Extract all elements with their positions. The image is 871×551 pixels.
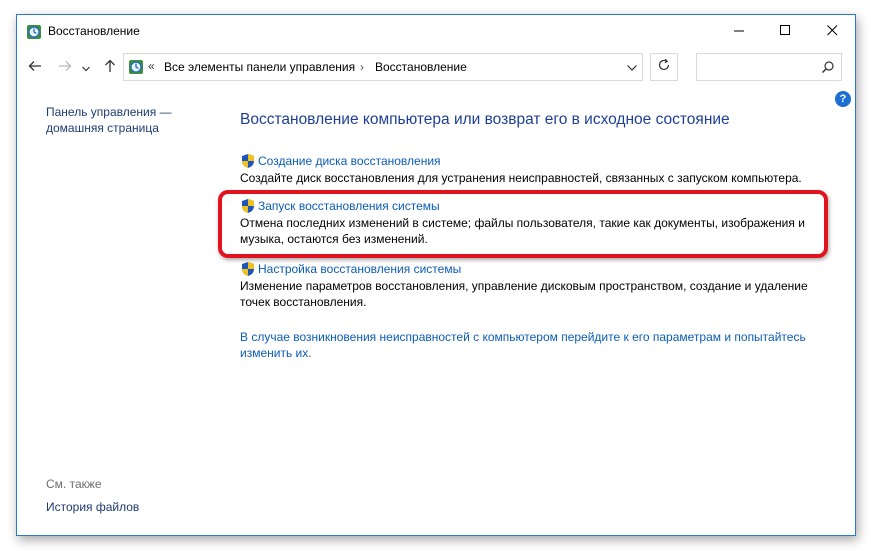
control-panel-window: Восстановление « Все элементы панели упр… — [16, 14, 856, 536]
item-link-text[interactable]: Настройка восстановления системы — [258, 261, 461, 277]
arrow-right-icon — [58, 59, 72, 77]
recent-locations-button[interactable] — [79, 58, 93, 78]
address-dropdown-button[interactable] — [626, 62, 638, 74]
uac-shield-icon — [240, 261, 256, 277]
breadcrumb-recovery[interactable]: Восстановление — [375, 60, 467, 74]
window-title: Восстановление — [48, 24, 140, 38]
minimize-button[interactable] — [716, 15, 762, 48]
minimize-icon — [733, 23, 745, 41]
configure-system-restore-link[interactable]: Настройка восстановления системы — [240, 261, 820, 277]
maximize-button[interactable] — [762, 15, 808, 48]
help-icon[interactable]: ? — [835, 91, 851, 107]
back-button[interactable] — [25, 58, 45, 78]
search-icon — [821, 60, 835, 74]
reset-pc-link[interactable]: В случае возникновения неисправностей с … — [240, 329, 830, 361]
see-also-label: См. также — [46, 477, 102, 491]
list-item: Создание диска восстановления Создайте д… — [240, 153, 820, 186]
navigation-bar: « Все элементы панели управления › Восст… — [17, 48, 855, 88]
highlight-frame — [218, 190, 828, 258]
control-panel-icon — [26, 24, 42, 40]
refresh-icon — [657, 58, 671, 77]
create-recovery-drive-link[interactable]: Создание диска восстановления — [240, 153, 820, 169]
list-item: Настройка восстановления системы Изменен… — [240, 261, 820, 310]
item-link-text[interactable]: Создание диска восстановления — [258, 153, 441, 169]
title-bar[interactable]: Восстановление — [17, 15, 855, 48]
item-description: Создайте диск восстановления для устране… — [240, 171, 802, 185]
file-history-link[interactable]: История файлов — [46, 500, 139, 514]
up-button[interactable] — [100, 58, 120, 78]
close-button[interactable] — [809, 15, 855, 48]
search-input[interactable] — [696, 53, 842, 81]
close-icon — [826, 23, 838, 41]
breadcrumb-overflow[interactable]: « — [148, 59, 155, 73]
control-panel-home-link[interactable]: Панель управления — домашняя страница — [46, 104, 186, 136]
item-description: Изменение параметров восстановления, упр… — [240, 279, 808, 309]
refresh-button[interactable] — [650, 53, 678, 81]
control-panel-icon — [128, 59, 144, 75]
page-title: Восстановление компьютера или возврат ег… — [240, 111, 730, 128]
uac-shield-icon — [240, 153, 256, 169]
maximize-icon — [779, 23, 791, 41]
address-bar[interactable]: « Все элементы панели управления › Восст… — [123, 53, 643, 81]
breadcrumb-separator[interactable]: › — [360, 60, 364, 74]
arrow-left-icon — [28, 59, 42, 77]
forward-button[interactable] — [55, 58, 75, 78]
breadcrumb-all-items[interactable]: Все элементы панели управления — [164, 60, 355, 74]
arrow-up-icon — [104, 59, 116, 78]
chevron-down-icon — [82, 59, 90, 77]
